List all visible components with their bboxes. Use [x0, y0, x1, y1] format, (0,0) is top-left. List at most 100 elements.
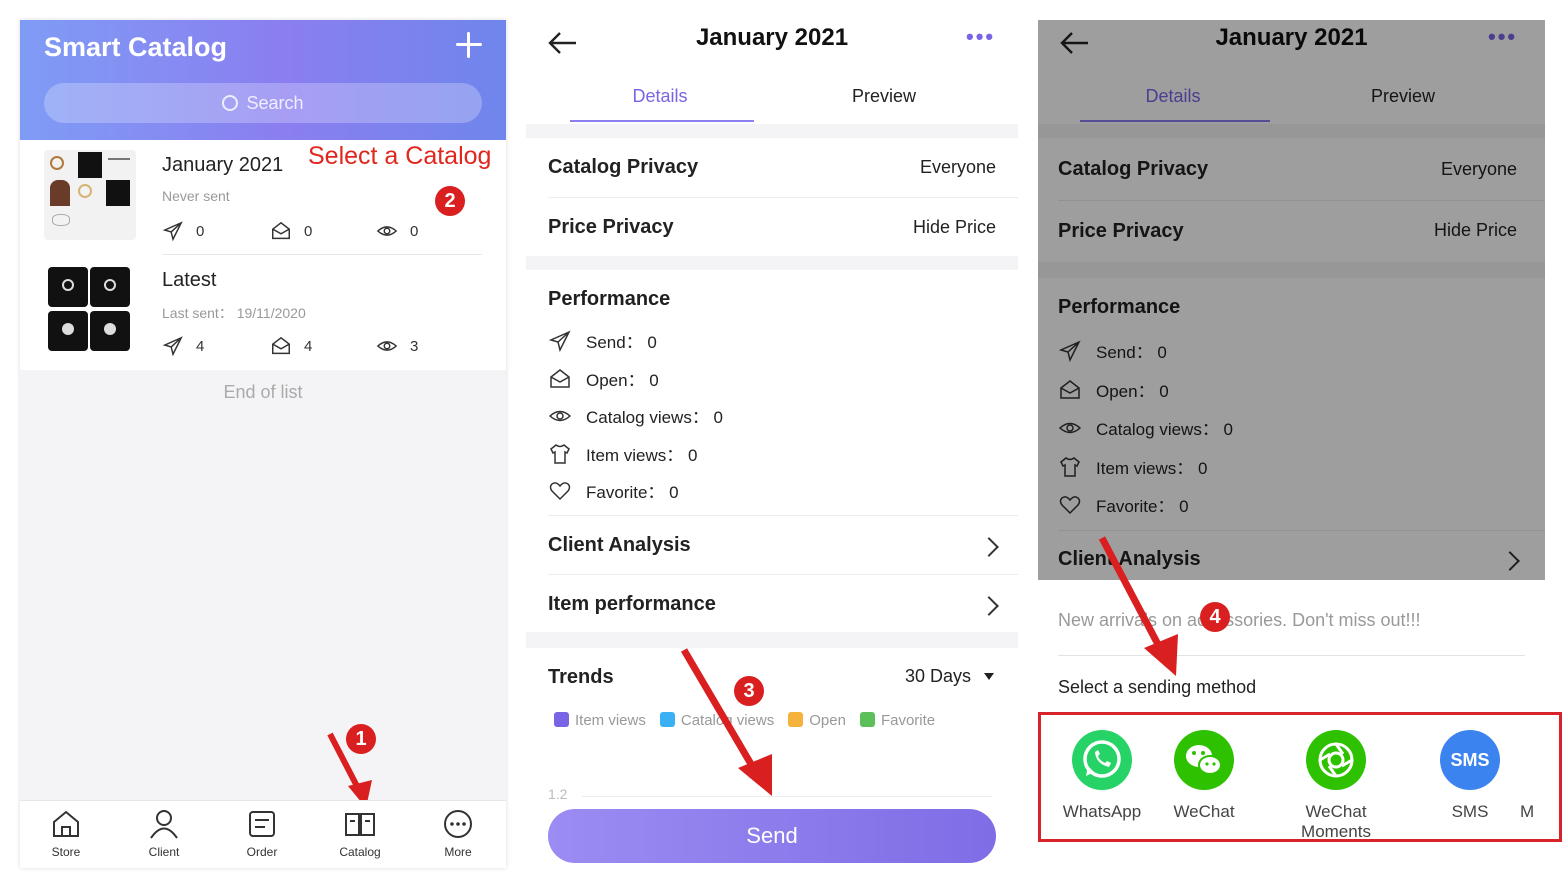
trends-range-value: 30 Days: [904, 666, 971, 686]
tab-catalog[interactable]: Catalog: [320, 807, 400, 859]
client-analysis-label: Client Analysis: [548, 534, 691, 556]
tab-label: Order: [246, 845, 278, 859]
tab-more[interactable]: More: [418, 807, 498, 859]
catalog-details-screen: January 2021 ••• Details Preview Catalog…: [526, 20, 1018, 868]
catalog-title: Latest: [162, 269, 217, 291]
divider: [548, 574, 1018, 575]
perf-catalog-views: Catalog views： 0: [548, 403, 723, 428]
user-icon: [150, 810, 178, 839]
annotation-arrow: [1098, 536, 1178, 676]
more-icon: [444, 810, 472, 838]
divider: [548, 515, 1018, 516]
sent-value: 4: [196, 337, 205, 355]
perf-send: Send： 0: [548, 328, 657, 353]
catalog-list: January 2021 Never sent 0 0 0 Latest Las…: [20, 140, 506, 370]
trends-range-select[interactable]: 30 Days: [905, 666, 994, 687]
top-bar: January 2021 ••• Details Preview: [526, 20, 1018, 124]
catalog-list-screen: Smart Catalog Search January 2021 Never …: [20, 20, 506, 868]
eye-icon: [376, 341, 398, 351]
annotation-select-catalog: Select a Catalog: [308, 142, 492, 170]
performance-card: Performance Send： 0 Open： 0 Catalog view…: [526, 270, 1018, 632]
legend-label: Favorite: [880, 712, 936, 729]
annotation-arrow: [680, 648, 772, 796]
tab-order[interactable]: Order: [222, 807, 302, 859]
tab-label: More: [444, 845, 472, 859]
end-of-list-label: End of list: [223, 382, 303, 402]
legend-open[interactable]: Open: [788, 712, 846, 729]
price-privacy-label: Price Privacy: [548, 216, 674, 238]
search-placeholder: Search: [246, 93, 304, 113]
gridline: [582, 796, 992, 797]
tab-label: Catalog: [339, 845, 381, 859]
catalog-status: Never sent: [162, 188, 230, 204]
modal-backdrop[interactable]: [1038, 20, 1545, 580]
catalog-privacy-value[interactable]: Everyone: [920, 157, 996, 178]
views-count: 0: [376, 220, 418, 242]
sending-methods-highlight: [1038, 712, 1562, 842]
tab-store[interactable]: Store: [26, 807, 106, 859]
page-title: January 2021: [695, 24, 849, 51]
views-value: 3: [410, 337, 419, 355]
views-value: 0: [410, 222, 419, 240]
book-icon: [345, 813, 375, 836]
tab-client[interactable]: Client: [124, 807, 204, 859]
send-icon: [162, 221, 183, 242]
divider: [548, 197, 1018, 198]
eye-icon: [548, 410, 572, 421]
views-count: 3: [376, 335, 418, 357]
page-title: Smart Catalog: [44, 32, 228, 62]
legend-item-views[interactable]: Item views: [554, 712, 646, 729]
heart-icon: [549, 481, 571, 500]
perf-open-text: Open： 0: [586, 371, 659, 390]
perf-favorite-text: Favorite： 0: [586, 483, 679, 502]
sent-count: 4: [162, 335, 204, 357]
trends-title: Trends: [548, 666, 614, 688]
catalog-thumbnail: [44, 150, 136, 240]
add-icon[interactable]: [454, 30, 484, 60]
opened-count: 4: [270, 335, 312, 357]
shirt-icon: [550, 443, 570, 464]
caret-down-icon: [984, 673, 994, 680]
perf-favorite: Favorite： 0: [548, 478, 679, 503]
search-icon: [222, 95, 239, 111]
perf-catalog-views-text: Catalog views： 0: [586, 408, 724, 427]
axis-tick: 1.2: [548, 786, 568, 802]
search-input[interactable]: Search: [44, 83, 482, 123]
legend-swatch: [788, 712, 804, 727]
privacy-card: Catalog Privacy Everyone Price Privacy H…: [526, 138, 1018, 256]
step-badge-4: 4: [1200, 602, 1230, 632]
legend-swatch: [659, 712, 675, 727]
more-options-icon[interactable]: •••: [966, 24, 995, 50]
performance-title: Performance: [548, 288, 671, 310]
open-mail-icon: [272, 336, 290, 355]
header-bar: Smart Catalog Search: [20, 20, 506, 140]
catalog-privacy-label: Catalog Privacy: [548, 156, 699, 178]
step-badge-2: 2: [435, 186, 465, 216]
legend-label: Item views: [575, 712, 646, 729]
annotation-arrow: [327, 732, 372, 808]
price-privacy-value[interactable]: Hide Price: [913, 217, 996, 238]
legend-label: Open: [809, 712, 846, 729]
perf-item-views-text: Item views： 0: [586, 446, 698, 465]
opened-count: 0: [270, 220, 312, 242]
chevron-right-icon: [979, 596, 999, 616]
eye-icon: [376, 226, 398, 236]
item-performance-label: Item performance: [548, 593, 716, 615]
catalog-item-latest[interactable]: Latest Last sent： 19/11/2020 4 4 3: [20, 255, 506, 370]
sent-value: 0: [196, 222, 205, 240]
send-button[interactable]: Send: [548, 809, 996, 863]
legend-swatch: [554, 712, 569, 727]
open-mail-icon: [550, 368, 570, 388]
sending-method-label: Select a sending method: [1058, 677, 1257, 697]
open-mail-icon: [272, 221, 290, 240]
catalog-thumbnail: [44, 265, 136, 355]
home-icon: [53, 810, 79, 837]
legend-favorite[interactable]: Favorite: [859, 712, 936, 729]
tab-preview[interactable]: Preview: [784, 86, 984, 107]
order-icon: [249, 811, 275, 837]
perf-open: Open： 0: [548, 366, 659, 391]
send-icon: [548, 329, 571, 352]
opened-value: 4: [304, 337, 313, 355]
tab-details[interactable]: Details: [560, 86, 760, 107]
bottom-tab-bar: Store Client Order Catalog More: [20, 800, 506, 868]
